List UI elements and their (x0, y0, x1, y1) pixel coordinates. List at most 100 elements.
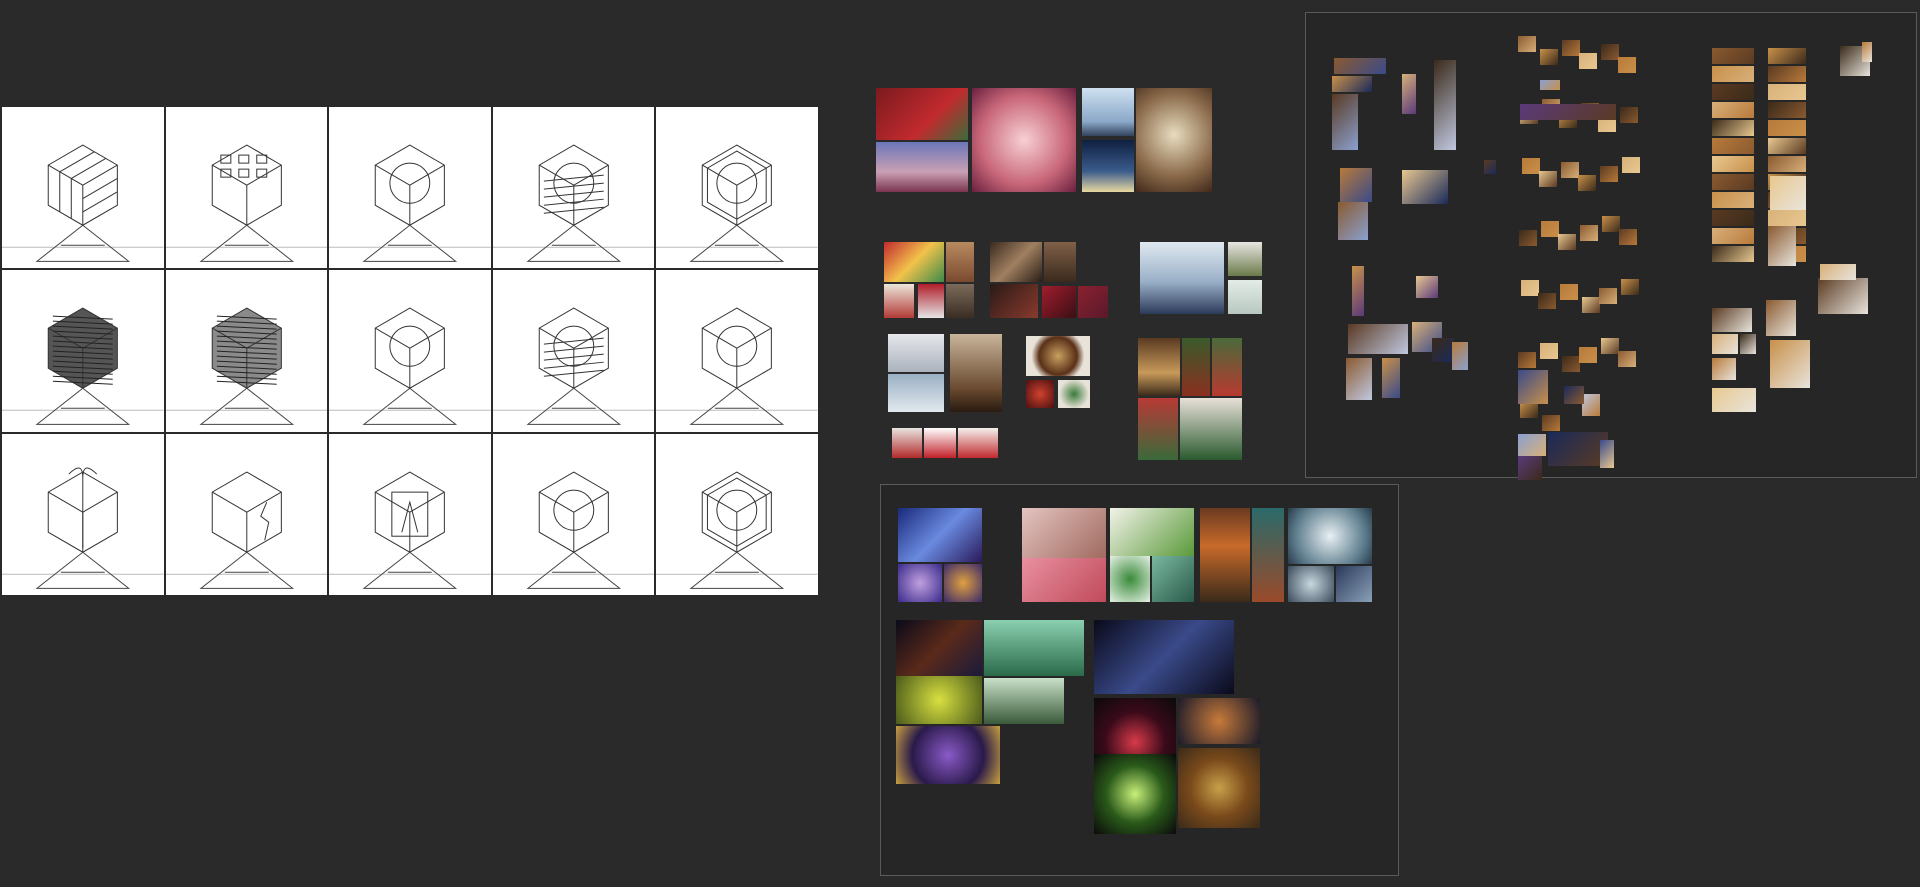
photo-thumbnail-icon[interactable] (1768, 226, 1796, 266)
photo-thumbnail-icon[interactable] (892, 428, 922, 458)
photo-thumbnail-icon[interactable] (1082, 140, 1134, 192)
photo-thumbnail-icon[interactable] (1518, 370, 1548, 404)
photo-thumbnail-icon[interactable] (1338, 202, 1368, 240)
photo-thumbnail-icon[interactable] (1136, 88, 1212, 192)
photo-thumbnail-icon[interactable] (1519, 230, 1537, 246)
photo-thumbnail-icon[interactable] (1768, 138, 1806, 154)
photo-thumbnail-icon[interactable] (888, 374, 944, 412)
photo-thumbnail-icon[interactable] (1026, 380, 1054, 408)
photo-thumbnail-icon[interactable] (1712, 246, 1754, 262)
moodboard-frame-right[interactable] (1305, 12, 1917, 478)
photo-thumbnail-icon[interactable] (1026, 336, 1090, 376)
photo-thumbnail-icon[interactable] (1600, 166, 1618, 182)
photo-thumbnail-icon[interactable] (1540, 343, 1558, 359)
photo-thumbnail-icon[interactable] (1522, 158, 1540, 174)
photo-thumbnail-icon[interactable] (1110, 508, 1194, 556)
photo-thumbnail-icon[interactable] (1138, 338, 1180, 396)
photo-thumbnail-icon[interactable] (1022, 508, 1106, 558)
photo-thumbnail-icon[interactable] (1110, 556, 1150, 602)
photo-thumbnail-icon[interactable] (1541, 221, 1559, 237)
photo-thumbnail-icon[interactable] (958, 428, 998, 458)
photo-thumbnail-icon[interactable] (990, 242, 1042, 282)
photo-thumbnail-icon[interactable] (946, 242, 974, 282)
photo-thumbnail-icon[interactable] (1178, 698, 1260, 744)
photo-thumbnail-icon[interactable] (1540, 49, 1558, 65)
photo-thumbnail-icon[interactable] (1200, 508, 1250, 602)
sketch-cell[interactable] (329, 107, 491, 269)
photo-thumbnail-icon[interactable] (1180, 398, 1242, 460)
photo-thumbnail-icon[interactable] (1518, 352, 1536, 368)
photo-thumbnail-icon[interactable] (1712, 308, 1752, 332)
photo-thumbnail-icon[interactable] (898, 564, 942, 602)
photo-thumbnail-icon[interactable] (1518, 434, 1546, 456)
photo-thumbnail-icon[interactable] (1712, 228, 1754, 244)
photo-thumbnail-icon[interactable] (990, 284, 1038, 318)
photo-thumbnail-icon[interactable] (1182, 338, 1210, 396)
photo-thumbnail-icon[interactable] (1094, 754, 1176, 834)
photo-thumbnail-icon[interactable] (1340, 168, 1372, 202)
photo-thumbnail-icon[interactable] (1621, 279, 1639, 295)
sketch-cell[interactable] (2, 107, 164, 269)
photo-thumbnail-icon[interactable] (1518, 36, 1536, 52)
photo-thumbnail-icon[interactable] (1539, 171, 1557, 187)
photo-thumbnail-icon[interactable] (1601, 44, 1619, 60)
photo-thumbnail-icon[interactable] (1348, 324, 1408, 354)
photo-thumbnail-icon[interactable] (884, 242, 944, 282)
photo-thumbnail-icon[interactable] (1712, 138, 1754, 154)
photo-thumbnail-icon[interactable] (1768, 66, 1806, 82)
photo-thumbnail-icon[interactable] (1402, 74, 1416, 114)
photo-thumbnail-icon[interactable] (1579, 347, 1597, 363)
photo-thumbnail-icon[interactable] (1712, 334, 1738, 354)
photo-thumbnail-icon[interactable] (1022, 558, 1106, 602)
sketch-cell[interactable] (2, 270, 164, 432)
photo-thumbnail-icon[interactable] (1602, 216, 1620, 232)
photo-thumbnail-icon[interactable] (1416, 276, 1438, 298)
photo-thumbnail-icon[interactable] (1818, 278, 1868, 314)
photo-thumbnail-icon[interactable] (1520, 402, 1538, 418)
photo-thumbnail-icon[interactable] (918, 284, 944, 318)
photo-thumbnail-icon[interactable] (984, 678, 1064, 724)
sketch-cell[interactable] (165, 433, 328, 595)
photo-thumbnail-icon[interactable] (1058, 380, 1090, 408)
photo-thumbnail-icon[interactable] (896, 726, 1000, 784)
sketch-cell[interactable] (492, 433, 655, 595)
sketch-cell[interactable] (656, 433, 818, 595)
photo-thumbnail-icon[interactable] (1560, 284, 1578, 300)
photo-thumbnail-icon[interactable] (1770, 176, 1806, 210)
photo-thumbnail-icon[interactable] (1178, 748, 1260, 828)
photo-thumbnail-icon[interactable] (1434, 60, 1456, 150)
photo-thumbnail-icon[interactable] (1334, 58, 1386, 74)
photo-thumbnail-icon[interactable] (896, 676, 982, 724)
photo-thumbnail-icon[interactable] (1712, 84, 1754, 100)
photo-thumbnail-icon[interactable] (1288, 508, 1372, 564)
photo-thumbnail-icon[interactable] (1432, 338, 1454, 362)
sketch-cell[interactable] (656, 270, 818, 432)
photo-thumbnail-icon[interactable] (884, 284, 914, 318)
photo-thumbnail-icon[interactable] (1768, 120, 1806, 136)
photo-thumbnail-icon[interactable] (1712, 358, 1736, 380)
photo-thumbnail-icon[interactable] (1712, 174, 1754, 190)
photo-thumbnail-icon[interactable] (1712, 388, 1756, 412)
photo-thumbnail-icon[interactable] (1042, 286, 1076, 318)
photo-thumbnail-icon[interactable] (1600, 440, 1614, 468)
photo-thumbnail-icon[interactable] (1768, 84, 1806, 100)
photo-thumbnail-icon[interactable] (1579, 53, 1597, 69)
photo-thumbnail-icon[interactable] (1252, 508, 1284, 602)
photo-thumbnail-icon[interactable] (1620, 107, 1638, 123)
photo-thumbnail-icon[interactable] (1712, 66, 1754, 82)
photo-thumbnail-icon[interactable] (1520, 104, 1616, 120)
photo-thumbnail-icon[interactable] (1768, 210, 1806, 226)
photo-thumbnail-icon[interactable] (1346, 358, 1372, 400)
photo-thumbnail-icon[interactable] (1712, 210, 1754, 226)
photo-thumbnail-icon[interactable] (876, 88, 968, 140)
photo-thumbnail-icon[interactable] (1332, 94, 1358, 150)
photo-thumbnail-icon[interactable] (1768, 156, 1806, 172)
photo-thumbnail-icon[interactable] (924, 428, 956, 458)
photo-thumbnail-icon[interactable] (1599, 288, 1617, 304)
sketch-cell[interactable] (492, 107, 655, 269)
photo-thumbnail-icon[interactable] (1044, 242, 1076, 282)
photo-thumbnail-icon[interactable] (1518, 456, 1542, 480)
photo-thumbnail-icon[interactable] (1484, 160, 1496, 174)
photo-thumbnail-icon[interactable] (1094, 620, 1234, 694)
photo-thumbnail-icon[interactable] (1582, 394, 1600, 416)
